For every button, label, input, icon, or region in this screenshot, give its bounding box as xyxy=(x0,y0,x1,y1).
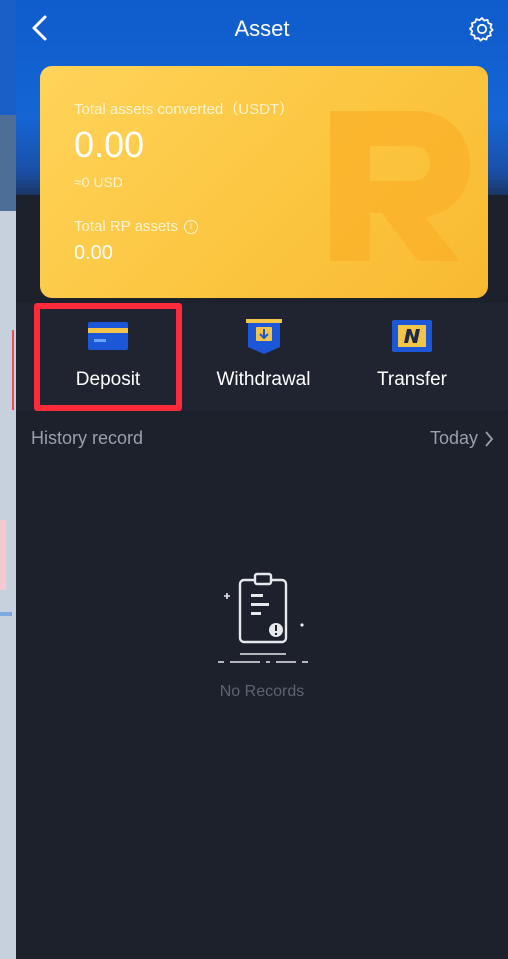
withdrawal-icon xyxy=(245,319,282,354)
total-assets-value: 0.00 xyxy=(74,124,145,165)
no-records-text: No Records xyxy=(219,683,305,700)
transfer-button[interactable]: Transfer xyxy=(346,303,478,411)
total-assets-label: Total assets converted（USDT） xyxy=(74,101,295,118)
top-bar: Asset xyxy=(16,0,508,58)
deposit-button[interactable]: Deposit xyxy=(34,303,182,411)
action-bar: Deposit Withdrawal Transfer xyxy=(16,303,508,411)
chevron-right-icon xyxy=(485,430,494,447)
background-mark xyxy=(12,330,14,410)
background-strip xyxy=(0,0,16,959)
rp-assets-row: Total RP assets i xyxy=(74,218,198,235)
page-title: Asset xyxy=(234,16,290,41)
transfer-icon xyxy=(392,320,432,352)
brand-logo-watermark xyxy=(330,111,470,261)
asset-screen: Asset Total assets converted（USDT） 0.00 … xyxy=(16,0,508,959)
gear-icon[interactable] xyxy=(468,15,496,43)
deposit-card-icon xyxy=(88,322,128,350)
empty-records-icon xyxy=(218,572,308,663)
history-title: History record xyxy=(31,428,144,448)
filter-label: Today xyxy=(429,428,478,448)
history-header: History record Today xyxy=(16,425,508,455)
history-filter[interactable]: Today xyxy=(430,428,494,449)
rp-assets-value: 0.00 xyxy=(74,242,113,264)
rp-assets-label: Total RP assets xyxy=(74,218,178,235)
transfer-label: Transfer xyxy=(376,369,448,390)
background-mark xyxy=(0,612,12,616)
info-icon[interactable]: i xyxy=(183,219,198,234)
back-icon[interactable] xyxy=(30,15,50,41)
asset-card: Total assets converted（USDT） 0.00 ≈0 USD… xyxy=(40,66,488,298)
background-mark xyxy=(0,520,6,590)
usd-equivalent: ≈0 USD xyxy=(74,174,123,190)
withdrawal-label: Withdrawal xyxy=(216,369,311,390)
withdrawal-button[interactable]: Withdrawal xyxy=(191,303,336,411)
deposit-label: Deposit xyxy=(75,369,141,390)
